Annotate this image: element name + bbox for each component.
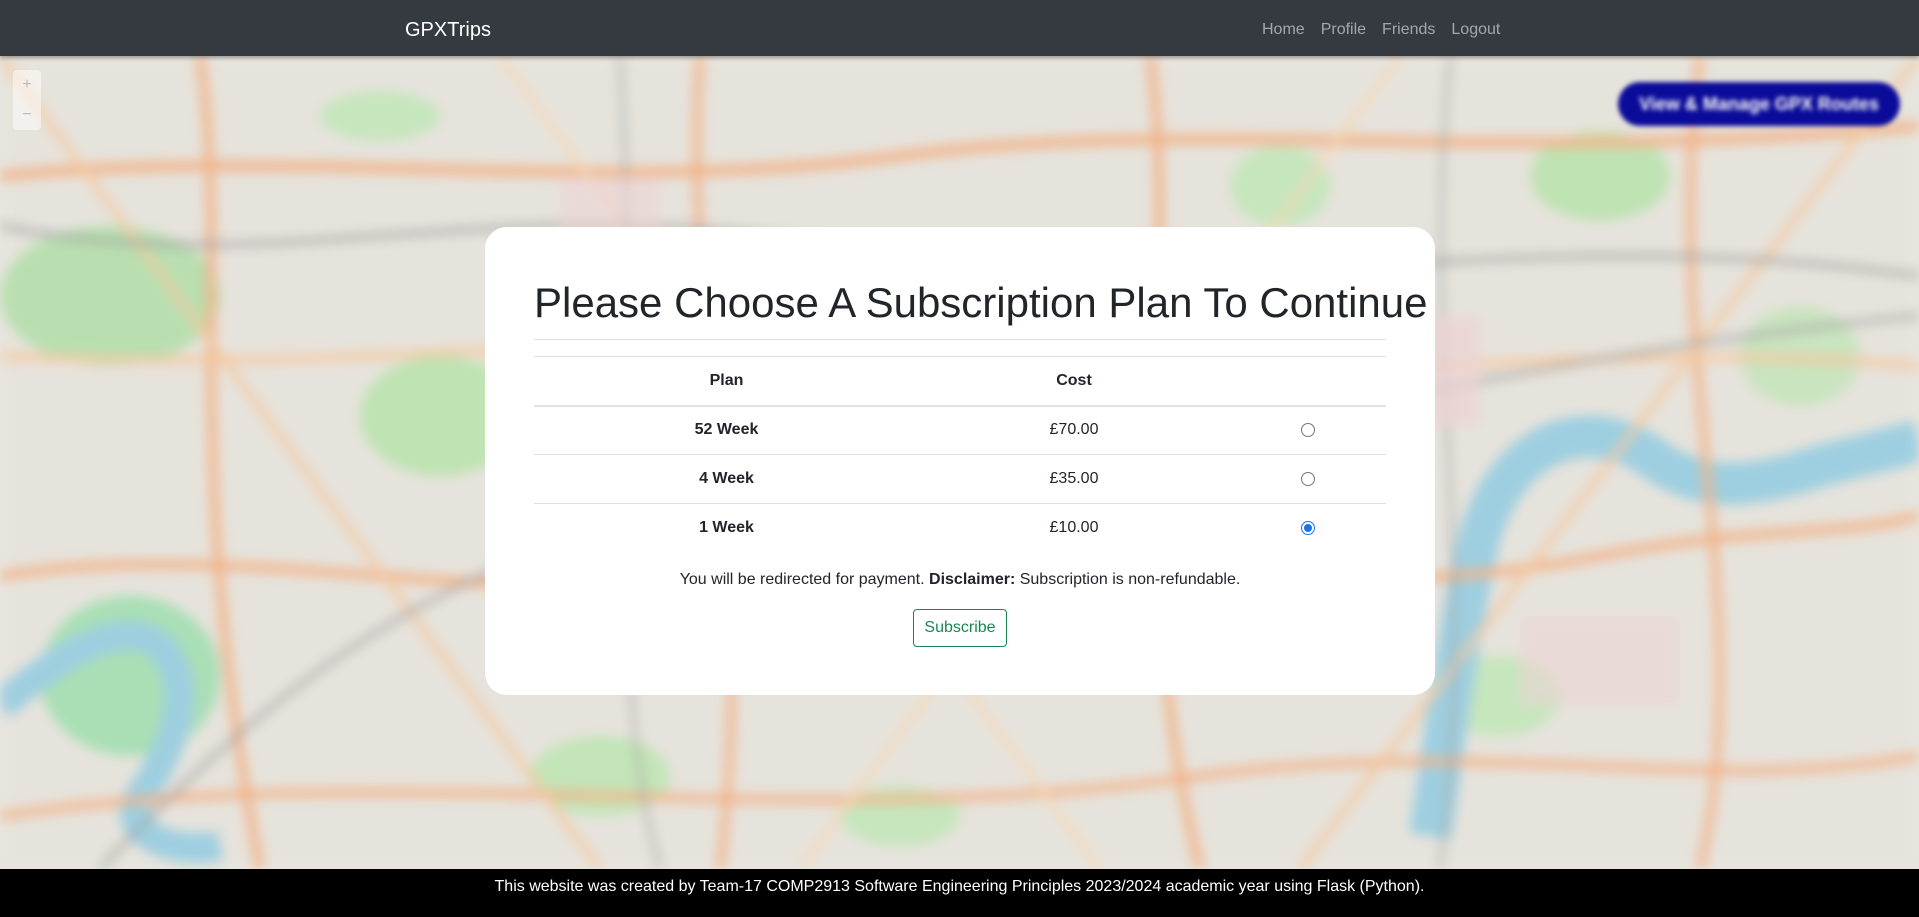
plan-radio-4-week[interactable]	[1300, 471, 1315, 486]
plan-name: 4 Week	[534, 454, 919, 504]
navbar: GPXTrips Home Profile Friends Logout	[0, 0, 1919, 56]
brand-logo[interactable]: GPXTrips	[405, 18, 491, 42]
table-row[interactable]: 1 Week £10.00	[534, 503, 1386, 553]
table-header-row: Plan Cost	[534, 356, 1386, 407]
header-plan: Plan	[534, 356, 919, 407]
note-suffix: Subscription is non-refundable.	[1019, 571, 1241, 588]
nav-links: Home Profile Friends Logout	[1262, 20, 1500, 40]
footer-text: This website was created by Team-17 COMP…	[494, 878, 1425, 895]
plan-name: 52 Week	[534, 405, 919, 455]
header-cost: Cost	[919, 356, 1229, 407]
note-disclaimer-label: Disclaimer:	[929, 571, 1016, 588]
header-select	[1229, 356, 1386, 407]
page-title: Please Choose A Subscription Plan To Con…	[534, 279, 1428, 326]
manage-routes-button[interactable]: View & Manage GPX Routes	[1618, 82, 1900, 126]
footer: This website was created by Team-17 COMP…	[0, 869, 1919, 917]
nav-friends-link[interactable]: Friends	[1382, 20, 1435, 40]
note-prefix: You will be redirected for payment.	[679, 571, 925, 588]
table-row[interactable]: 4 Week £35.00	[534, 454, 1386, 504]
zoom-out-button[interactable]: −	[13, 100, 41, 130]
plan-radio-52-week[interactable]	[1300, 423, 1315, 438]
plan-radio-1-week[interactable]	[1300, 521, 1315, 536]
plan-name: 1 Week	[534, 503, 919, 553]
nav-profile-link[interactable]: Profile	[1321, 20, 1366, 40]
zoom-in-button[interactable]: +	[13, 70, 41, 100]
title-divider	[534, 339, 1386, 340]
payment-note: You will be redirected for payment. Disc…	[485, 571, 1435, 589]
nav-logout-link[interactable]: Logout	[1451, 20, 1500, 40]
table-row[interactable]: 52 Week £70.00	[534, 405, 1386, 455]
plan-cost: £10.00	[919, 503, 1229, 553]
plan-cost: £35.00	[919, 454, 1229, 504]
plan-table: Plan Cost 52 Week £70.00 4 Week £35.00 1…	[534, 356, 1386, 553]
subscription-card: Please Choose A Subscription Plan To Con…	[485, 227, 1435, 695]
nav-home-link[interactable]: Home	[1262, 20, 1305, 40]
map-zoom-control: + −	[13, 70, 41, 130]
plan-cost: £70.00	[919, 405, 1229, 455]
subscribe-button[interactable]: Subscribe	[913, 609, 1007, 647]
